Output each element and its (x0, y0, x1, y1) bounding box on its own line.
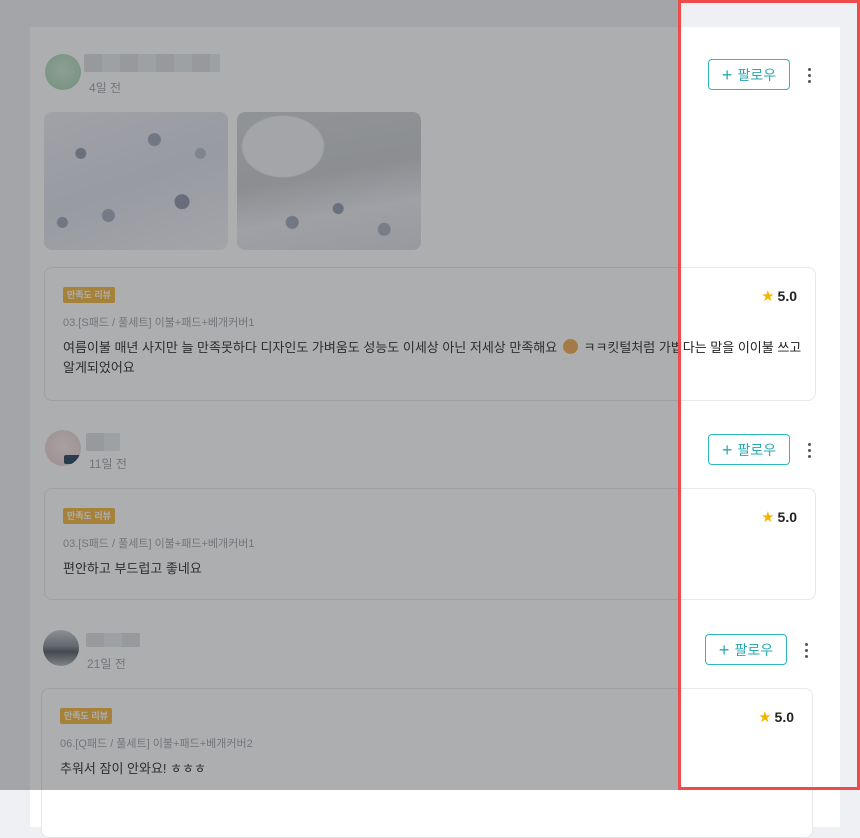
plus-icon: + (721, 64, 733, 85)
follow-label: 팔로우 (734, 641, 774, 658)
satisfaction-badge: 만족도 리뷰 (63, 287, 115, 303)
purchase-option: 06.[Q패드 / 풀세트] 이불+패드+베개커버2 (60, 738, 253, 750)
review-item: 21일 전 + 팔로우 만족도 리뷰 ★ 5.0 06.[Q패드 / 풀세트] … (30, 605, 840, 838)
review-text: 추워서 잠이 안와요! ㅎㅎㅎ (60, 761, 207, 776)
rating-value: 5.0 (777, 509, 797, 525)
username-blurred (86, 633, 140, 647)
follow-button[interactable]: + 팔로우 (705, 634, 787, 665)
review-text-part: 여름이불 매년 사지만 늘 만족못하다 디자인도 가벼움도 성능도 이세상 아닌… (63, 340, 558, 355)
follow-button[interactable]: + 팔로우 (708, 59, 790, 90)
avatar[interactable] (43, 630, 79, 666)
satisfaction-badge: 만족도 리뷰 (63, 508, 115, 524)
more-vertical-icon[interactable] (802, 438, 816, 462)
more-vertical-icon[interactable] (799, 638, 813, 662)
star-icon: ★ (761, 508, 775, 526)
review-date: 11일 전 (89, 457, 127, 471)
review-item: 11일 전 + 팔로우 만족도 리뷰 ★ 5.0 03.[S패드 / 풀세트] … (30, 405, 840, 605)
follow-button[interactable]: + 팔로우 (708, 434, 790, 465)
grinning-face-emoji (562, 339, 578, 354)
review-photo-bed[interactable] (237, 112, 421, 250)
review-date: 21일 전 (87, 657, 126, 671)
username-blurred (86, 433, 120, 451)
review-detail-box: 만족도 리뷰 ★ 5.0 06.[Q패드 / 풀세트] 이불+패드+베개커버2 … (41, 688, 813, 838)
rating: ★ 5.0 (761, 509, 797, 525)
review-item: 4일 전 + 팔로우 만족도 리뷰 ★ 5.0 03.[S패드 / 풀세트] 이… (30, 27, 840, 405)
satisfaction-badge: 만족도 리뷰 (60, 708, 112, 724)
star-icon: ★ (758, 708, 772, 726)
star-icon: ★ (761, 287, 775, 305)
avatar[interactable] (45, 430, 81, 466)
member-badge-icon (64, 455, 81, 464)
purchase-option: 03.[S패드 / 풀세트] 이불+패드+베개커버1 (63, 317, 255, 329)
follow-label: 팔로우 (737, 441, 777, 458)
review-text: 여름이불 매년 사지만 늘 만족못하다 디자인도 가벼움도 성능도 이세상 아닌… (63, 338, 803, 378)
rating: ★ 5.0 (758, 709, 794, 725)
username-blurred (84, 54, 220, 72)
purchase-option: 03.[S패드 / 풀세트] 이불+패드+베개커버1 (63, 538, 255, 550)
review-list: 4일 전 + 팔로우 만족도 리뷰 ★ 5.0 03.[S패드 / 풀세트] 이… (30, 27, 840, 838)
rating-value: 5.0 (777, 288, 797, 304)
review-detail-box: 만족도 리뷰 ★ 5.0 03.[S패드 / 풀세트] 이불+패드+베개커버1 … (44, 488, 816, 600)
review-detail-box: 만족도 리뷰 ★ 5.0 03.[S패드 / 풀세트] 이불+패드+베개커버1 … (44, 267, 816, 401)
follow-label: 팔로우 (737, 66, 777, 83)
plus-icon: + (721, 439, 733, 460)
rating: ★ 5.0 (761, 288, 797, 304)
rating-value: 5.0 (774, 709, 794, 725)
review-photo-floral-bedding[interactable] (44, 112, 228, 250)
review-text: 편안하고 부드럽고 좋네요 (63, 561, 202, 576)
avatar[interactable] (45, 54, 81, 90)
plus-icon: + (718, 639, 730, 660)
more-vertical-icon[interactable] (802, 63, 816, 87)
review-date: 4일 전 (89, 81, 122, 95)
